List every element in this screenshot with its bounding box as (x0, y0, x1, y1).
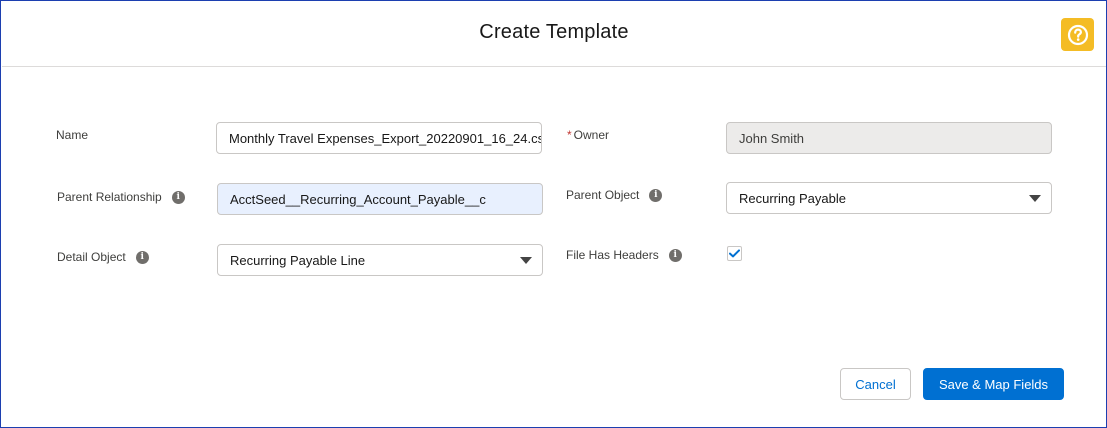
detail-object-value: Recurring Payable Line (230, 252, 366, 268)
parent-object-select[interactable]: Recurring Payable (726, 182, 1052, 214)
info-icon[interactable]: i (668, 248, 682, 262)
checkmark-icon (729, 249, 740, 258)
file-has-headers-label: File Has Headers i (566, 248, 682, 262)
chevron-down-icon (520, 256, 532, 264)
parent-object-value: Recurring Payable (739, 190, 846, 206)
info-icon[interactable]: i (171, 190, 185, 204)
dialog-title: Create Template (479, 21, 629, 43)
help-button[interactable] (1061, 18, 1094, 51)
parent-relationship-label: Parent Relationship i (57, 190, 185, 204)
parent-object-label: Parent Object i (566, 188, 663, 202)
question-icon (1067, 24, 1088, 45)
chevron-down-icon (1029, 194, 1041, 202)
info-icon[interactable]: i (649, 188, 663, 202)
detail-object-select[interactable]: Recurring Payable Line (217, 244, 543, 276)
cancel-button[interactable]: Cancel (840, 368, 911, 400)
info-icon[interactable]: i (135, 250, 149, 264)
create-template-dialog: Create Template Name Monthly Travel Expe… (0, 0, 1107, 428)
save-map-fields-button[interactable]: Save & Map Fields (923, 368, 1064, 400)
file-has-headers-checkbox[interactable] (727, 246, 742, 261)
parent-relationship-input[interactable]: AcctSeed__Recurring_Account_Payable__c (217, 183, 543, 215)
owner-field: John Smith (726, 122, 1052, 154)
name-input[interactable]: Monthly Travel Expenses_Export_20220901_… (216, 122, 542, 154)
detail-object-label: Detail Object i (57, 250, 149, 264)
dialog-header: Create Template (2, 2, 1106, 67)
owner-label: * Owner (567, 128, 610, 142)
name-label: Name (56, 128, 89, 142)
required-marker: * (567, 128, 572, 142)
